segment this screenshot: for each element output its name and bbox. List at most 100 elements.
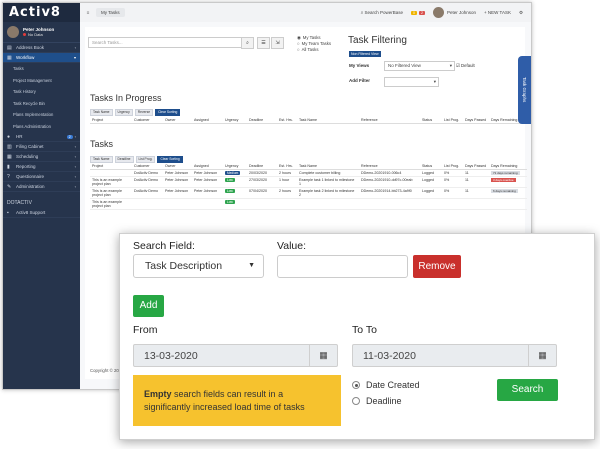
task-graphs-tab[interactable]: Task Graphs [518,56,531,124]
sidebar-item-workflow[interactable]: ▦ Workflow ▾ [3,53,80,63]
add-button[interactable]: Add [133,295,164,317]
cell-customer: DotActiv Demo [132,176,163,188]
sort-chip[interactable]: Deadline [114,156,134,163]
calendar-icon[interactable]: ▦ [528,345,556,366]
table-row[interactable]: This is an example project plan DotActiv … [90,187,527,199]
sidebar-subitem-plans-administration[interactable]: Plans Administration [3,121,80,133]
new-task-button[interactable]: + NEW TASK [484,10,511,15]
cell-owner: Peter Johnson [163,176,192,188]
add-filter-select[interactable]: ▾ [384,77,439,87]
cell-assigned [192,198,223,210]
cell-status: Logged [420,176,442,188]
sort-chip[interactable]: List Prog. [135,156,156,163]
calendar-icon[interactable]: ▦ [309,345,337,366]
breadcrumb[interactable]: My Tasks [96,8,125,17]
cell-customer: DotActiv Demo [132,187,163,199]
export-button[interactable]: ⇲ [271,37,284,49]
sidebar-subitem-task-recycle-bin[interactable]: Task Recycle Bin [3,98,80,110]
sidebar-item-hr[interactable]: ● HR 2 ‹ [3,132,80,142]
topbar-user[interactable]: Peter Johnson [432,7,476,18]
search-button[interactable]: ⌕ [241,37,254,49]
search-field-select[interactable]: Task Description ▼ [133,254,264,278]
radio-deadline[interactable]: Deadline [352,396,402,406]
sidebar-subitem-task-history[interactable]: Task History [3,86,80,98]
sidebar-item-reporting[interactable]: ▮ Reporting ‹ [3,162,80,172]
clear-sorting-chip[interactable]: Clear Sorting [155,109,181,116]
cell-passed: 11 [463,187,489,199]
radio-all-tasks[interactable]: All Tasks [297,47,331,53]
cell-prog: 0% [442,169,463,177]
cell-ref: DDemo-20201910-006c4 [359,169,420,177]
sort-chip[interactable]: Task Name [90,109,113,116]
sort-chip[interactable]: Task Name [90,156,113,163]
search-button[interactable]: Search [497,379,558,401]
sidebar-section-dotactiv: DOTACTIV [7,200,32,206]
column-header[interactable]: Est. Hrs. [277,117,297,124]
table-row[interactable]: DotActiv Demo Peter Johnson Peter Johnson M… [90,169,527,177]
calendar-icon: ▦ [7,153,12,160]
cell-assigned: Peter Johnson [192,176,223,188]
value-label: Value: [277,240,306,252]
sidebar-subitem-project-management[interactable]: Project Management [3,75,80,87]
column-header[interactable]: Assigned [192,117,223,124]
default-checkbox[interactable]: ☑ Default [456,63,475,69]
global-search[interactable]: ⌕ Search PowerBase [361,10,403,15]
cell-remaining: 6 days remaining [489,187,527,199]
my-views-select[interactable]: No Filtered View ▾ [384,61,455,71]
column-header[interactable]: Status [420,117,442,124]
columns-button[interactable]: ☰ [257,37,270,49]
radio-date-created[interactable]: Date Created [352,380,420,390]
column-header[interactable]: Project [90,117,132,124]
sidebar-item-address-book[interactable]: ▤ Address Book ‹ [3,43,80,53]
tasks-title: Tasks [90,139,114,149]
gear-icon[interactable]: ⚙ [519,10,523,16]
chevron-icon: ‹ [74,164,76,169]
from-date-field[interactable]: 13-03-2020 ▦ [133,344,338,367]
notification-badge-yellow: 0 [411,10,417,15]
sidebar-item-filing-cabinet[interactable]: ▥ Filing Cabinet ‹ [3,142,80,152]
tasks-search-input[interactable]: Search Tasks... [88,37,251,48]
notifications[interactable]: 0 2 [411,10,425,15]
column-header[interactable]: Reference [359,117,420,124]
column-header[interactable]: Owner [163,117,192,124]
column-header[interactable]: Deadline [247,117,277,124]
column-header[interactable]: Task Name [297,117,359,124]
cell-remaining [489,198,527,210]
sidebar-subitem-tasks[interactable]: Tasks [3,63,80,75]
in-progress-table: Project Customer Owner Assigned Urgency Deadl… [90,117,527,124]
question-icon: ? [7,173,10,180]
cell-ref: DDemo-20201910-dd97c-00eab [359,176,420,188]
clear-sorting-chip[interactable]: Clear Sorting [157,156,183,163]
sidebar-item-activ8-support[interactable]: ▪ Activ8 Support [3,208,80,218]
sidebar-subitem-plans-implementation[interactable]: Plans Implementation [3,109,80,121]
radio-dot[interactable] [352,397,360,405]
table-row[interactable]: This is an example project plan Low [90,198,527,210]
chevron-icon: ‹ [74,45,76,50]
cell-project [90,169,132,177]
column-header[interactable]: Days Passed [463,117,489,124]
column-header[interactable]: Customer [132,117,163,124]
sort-chip[interactable]: Urgency [114,109,133,116]
hamburger-icon[interactable]: ≡ [80,10,96,15]
column-header[interactable]: Urgency [223,117,247,124]
cell-customer [132,198,163,210]
to-date-field[interactable]: 11-03-2020 ▦ [352,344,557,367]
sidebar-item-questionnaire[interactable]: ? Questionnaire ‹ [3,172,80,182]
user-status: No Data [23,32,54,37]
value-input[interactable] [277,255,408,278]
radio-dot[interactable] [352,381,360,389]
column-header[interactable]: List Prog. [442,117,463,124]
remove-button[interactable]: Remove [413,255,461,278]
cell-status: Logged [420,169,442,177]
table-row[interactable]: This is an example project plan DotActiv … [90,176,527,188]
sidebar-item-scheduling[interactable]: ▦ Scheduling ‹ [3,152,80,162]
sidebar-item-administration[interactable]: ✎ Administration ‹ [3,182,80,192]
user-panel: Peter Johnson No Data [3,22,80,43]
cell-hrs: 1 hour [277,176,297,188]
cell-deadline: 07/04/2020 [247,187,277,199]
sort-chip[interactable]: Reverse [134,109,154,116]
app-logo[interactable]: Activ8 [9,5,61,20]
cell-owner: Peter Johnson [163,187,192,199]
days-remaining-badge: 6 days remaining [491,189,518,193]
cell-passed: 11 [463,176,489,188]
